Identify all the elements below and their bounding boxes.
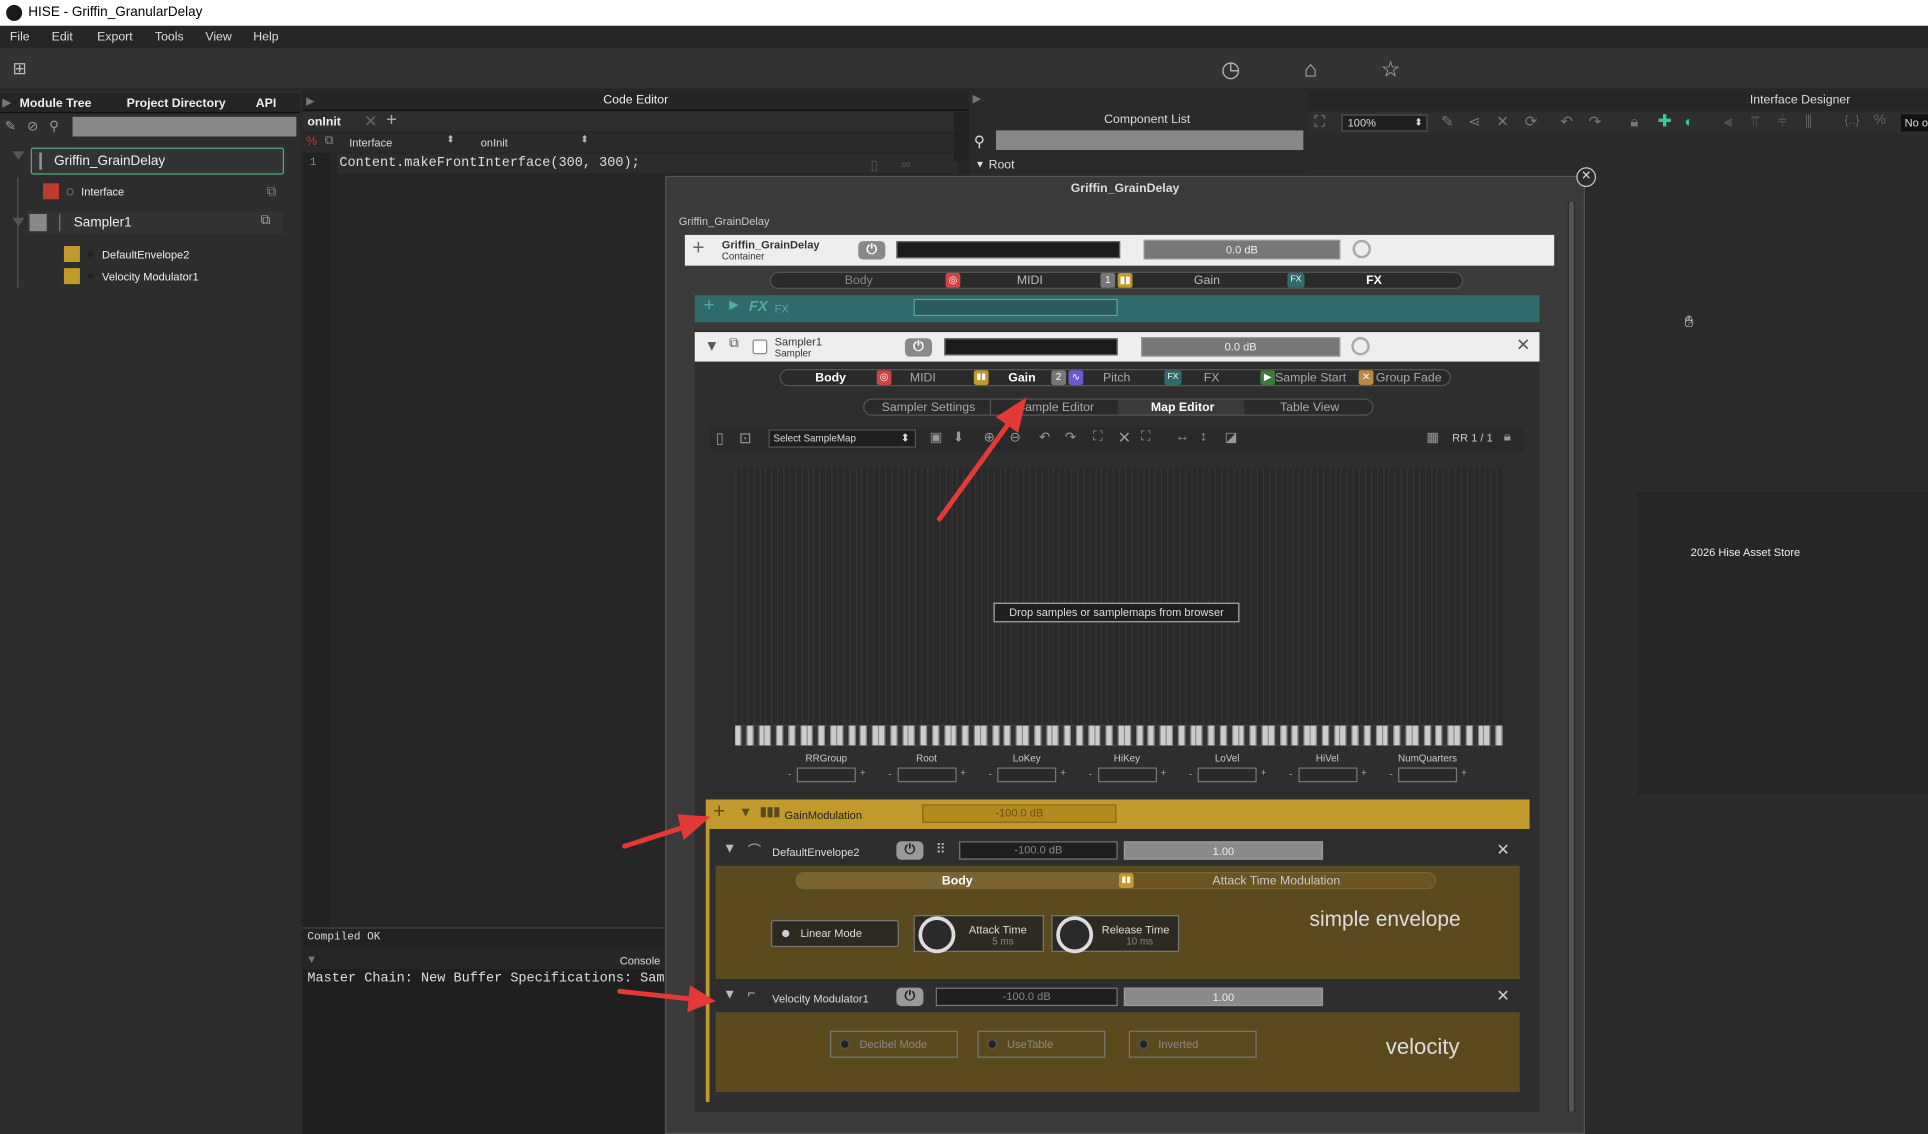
arrow-to-gain-modulation — [622, 814, 711, 849]
annotation-arrows — [617, 397, 1027, 1013]
arrow-to-velocity-modulator — [617, 985, 716, 1013]
arrow-to-gain-tab — [936, 397, 1027, 522]
